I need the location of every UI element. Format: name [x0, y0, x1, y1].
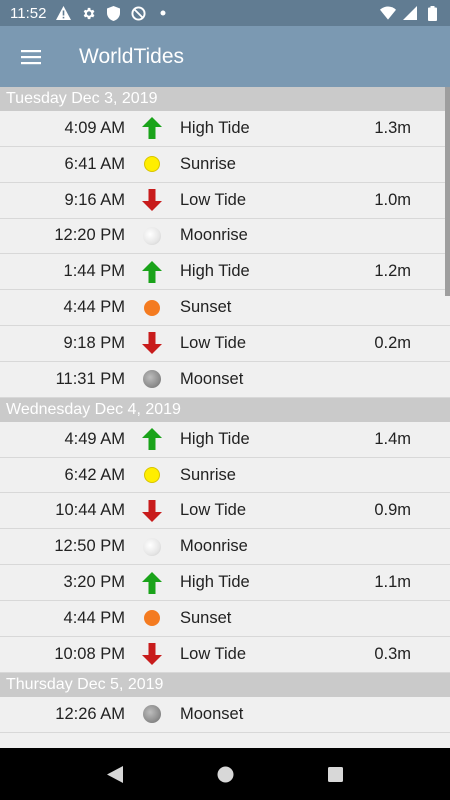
event-time: 3:20 PM [63, 573, 125, 592]
event-time: 4:44 PM [63, 298, 125, 317]
list-item[interactable]: 4:49 AM High Tide 1.4m [0, 422, 450, 458]
list-item[interactable]: 3:20 PM High Tide 1.1m [0, 565, 450, 601]
low-tide-icon [140, 499, 164, 523]
list-item[interactable]: 12:20 PM Moonrise [0, 219, 450, 255]
event-name: High Tide [180, 429, 250, 448]
data-saver-icon [130, 5, 146, 21]
moonset-icon [140, 702, 164, 726]
tide-height: 0.3m [374, 644, 411, 663]
alert-icon [55, 5, 71, 21]
low-tide-icon [140, 642, 164, 666]
list-item[interactable]: 6:41 AM Sunrise [0, 147, 450, 183]
list-item[interactable]: 4:44 PM Sunset [0, 601, 450, 637]
sunrise-icon [140, 152, 164, 176]
tide-height: 1.2m [374, 262, 411, 281]
event-name: Moonset [180, 704, 244, 723]
event-name: Sunset [180, 298, 232, 317]
tide-height: 1.3m [374, 118, 411, 137]
app-bar: WorldTides [0, 26, 450, 87]
sunset-icon [140, 296, 164, 320]
tide-height: 1.4m [374, 429, 411, 448]
signal-icon [402, 5, 418, 21]
event-name: Moonrise [180, 226, 248, 245]
event-name: Moonrise [180, 537, 248, 556]
event-time: 4:44 PM [63, 608, 125, 627]
list-item[interactable]: 11:31 PM Moonset [0, 362, 450, 398]
moonset-icon [140, 367, 164, 391]
event-time: 10:44 AM [55, 501, 125, 520]
list-item[interactable]: 6:42 AM Sunrise [0, 458, 450, 494]
sunrise-icon [140, 463, 164, 487]
high-tide-icon [140, 427, 164, 451]
gear-icon [80, 5, 96, 21]
recents-icon[interactable] [315, 754, 355, 794]
event-name: Low Tide [180, 333, 247, 352]
sunset-icon [140, 606, 164, 630]
event-name: Low Tide [180, 644, 247, 663]
high-tide-icon [140, 571, 164, 595]
dot-icon [155, 5, 171, 21]
wifi-icon [380, 5, 396, 21]
high-tide-icon [140, 260, 164, 284]
list-item[interactable]: 12:50 PM Moonrise [0, 529, 450, 566]
event-time: 12:20 PM [54, 226, 125, 245]
navigation-bar [0, 748, 450, 800]
tide-height: 1.1m [374, 573, 411, 592]
list-item[interactable]: 10:44 AM Low Tide 0.9m [0, 493, 450, 530]
status-bar: 11:52 [0, 0, 450, 26]
low-tide-icon [140, 331, 164, 355]
event-time: 6:41 AM [64, 154, 125, 173]
event-time: 6:42 AM [64, 465, 125, 484]
event-name: High Tide [180, 118, 250, 137]
high-tide-icon [140, 116, 164, 140]
event-name: Sunrise [180, 154, 236, 173]
event-time: 9:16 AM [64, 190, 125, 209]
event-time: 1:44 PM [63, 262, 125, 281]
tide-height: 1.0m [374, 190, 411, 209]
app-title: WorldTides [79, 44, 185, 68]
day-header: Tuesday Dec 3, 2019 [0, 87, 450, 111]
event-time: 4:49 AM [64, 429, 125, 448]
event-name: Moonset [180, 369, 244, 388]
list-item[interactable]: 4:44 PM Sunset [0, 290, 450, 327]
battery-icon [424, 5, 440, 21]
event-name: High Tide [180, 262, 250, 281]
home-icon[interactable] [205, 754, 245, 794]
tide-event-list[interactable]: Tuesday Dec 3, 2019 4:09 AM High Tide 1.3m 6… [0, 87, 450, 748]
hamburger-menu-icon[interactable] [0, 26, 62, 87]
event-name: Low Tide [180, 190, 247, 209]
scrollbar[interactable] [445, 87, 450, 296]
event-name: High Tide [180, 573, 250, 592]
moonrise-icon [140, 224, 164, 248]
list-item[interactable]: 4:09 AM High Tide 1.3m [0, 111, 450, 147]
status-time: 11:52 [10, 4, 47, 22]
tide-height: 0.9m [374, 501, 411, 520]
shield-icon [105, 5, 121, 21]
event-name: Sunset [180, 608, 232, 627]
event-time: 12:26 AM [55, 704, 125, 723]
event-name: Low Tide [180, 501, 247, 520]
list-item[interactable]: 1:44 PM High Tide 1.2m [0, 254, 450, 291]
day-header: Wednesday Dec 4, 2019 [0, 397, 450, 422]
event-name: Sunrise [180, 465, 236, 484]
tide-height: 0.2m [374, 333, 411, 352]
back-icon[interactable] [95, 754, 135, 794]
moonrise-icon [140, 535, 164, 559]
list-item[interactable]: 9:16 AM Low Tide 1.0m [0, 183, 450, 219]
list-item[interactable]: 12:26 AM Moonset [0, 697, 450, 733]
event-time: 12:50 PM [54, 537, 125, 556]
event-time: 4:09 AM [64, 118, 125, 137]
day-header: Thursday Dec 5, 2019 [0, 672, 450, 697]
list-item[interactable]: 10:08 PM Low Tide 0.3m [0, 637, 450, 673]
event-time: 10:08 PM [54, 644, 125, 663]
low-tide-icon [140, 188, 164, 212]
event-time: 9:18 PM [63, 333, 125, 352]
event-time: 11:31 PM [55, 369, 125, 388]
list-item[interactable]: 9:18 PM Low Tide 0.2m [0, 326, 450, 362]
